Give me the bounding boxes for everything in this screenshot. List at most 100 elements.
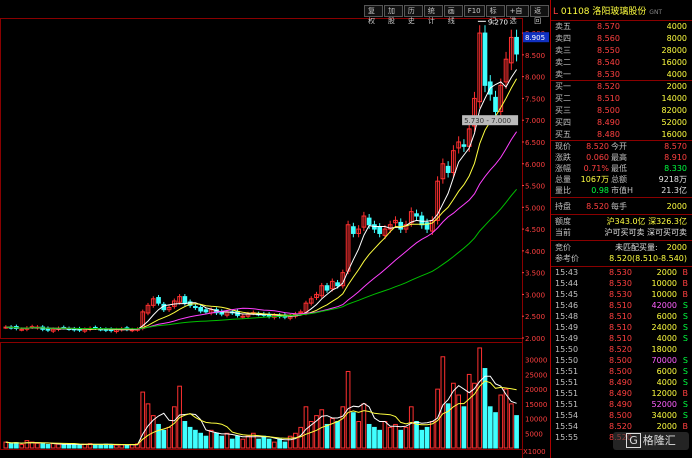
toolbar-button-1[interactable]: 加股	[383, 5, 403, 25]
asks-volume: 4000	[666, 22, 687, 31]
bids-label: 买一	[555, 82, 571, 91]
toolbar-button-4[interactable]: 画线	[443, 5, 463, 25]
current-price-tag: 8.905	[525, 34, 545, 42]
volume-pane-frame	[0, 342, 523, 450]
candle	[493, 96, 498, 112]
volume-bar	[456, 394, 462, 449]
volume-bar	[93, 443, 98, 449]
volume-bar	[503, 388, 509, 449]
candle	[203, 309, 209, 313]
volume-bar	[182, 421, 188, 449]
volume-bar	[335, 421, 340, 449]
asks-row[interactable]: 卖四 8.560 8000	[551, 34, 691, 44]
volume-bar	[303, 406, 309, 449]
toolbar-button-0[interactable]: 复权	[364, 5, 383, 25]
bids-volume: 14000	[661, 94, 687, 103]
low-range-label: 5.730 - 7.000	[464, 117, 511, 125]
tick-row[interactable]: 15:54 8.520 2000 B	[551, 422, 691, 432]
candle	[182, 296, 188, 304]
bids-row[interactable]: 买三 8.500 82000	[551, 106, 691, 116]
volume-bar	[340, 406, 346, 449]
bids-volume: 82000	[661, 106, 687, 115]
volume-bar	[171, 406, 177, 449]
stock-header: L 01108 洛阳玻璃股份 GNT	[553, 7, 663, 17]
asks-row[interactable]: 卖五 8.570 4000	[551, 22, 691, 32]
toolbar-button-3[interactable]: 统计	[423, 5, 443, 25]
bids-row[interactable]: 买四 8.490 52000	[551, 118, 691, 128]
asks-price: 8.560	[597, 34, 620, 43]
ma5-line	[5, 69, 518, 331]
tick-row[interactable]: 15:45 8.530 10000 B	[551, 290, 691, 300]
volume-bar	[240, 438, 246, 449]
toolbar-button-7[interactable]: +自选	[505, 5, 530, 25]
volume-bar	[408, 406, 414, 449]
volume-bar	[3, 441, 9, 449]
asks-volume: 4000	[666, 70, 687, 79]
tick-row[interactable]: 15:49 8.510 4000 S	[551, 334, 691, 344]
tick-row[interactable]: 15:51 8.500 6000 S	[551, 367, 691, 377]
volume-bar	[156, 423, 161, 449]
tick-row[interactable]: 15:49 8.510 24000 S	[551, 323, 691, 333]
volume-bar	[356, 421, 361, 449]
asks-label: 卖四	[555, 34, 571, 43]
asks-row[interactable]: 卖一 8.530 4000	[551, 70, 691, 80]
auction-row: 竞价 未匹配买量: 2000	[555, 243, 687, 252]
bids-label: 买二	[555, 94, 571, 103]
tick-row[interactable]: 15:51 8.490 52000 S	[551, 400, 691, 410]
tick-row[interactable]: 15:50 8.520 18000	[551, 345, 691, 355]
price-axis-label: 3.500	[525, 270, 545, 278]
tick-row[interactable]: 15:50 8.500 70000 S	[551, 356, 691, 366]
tick-row[interactable]: 15:43 8.530 2000 B	[551, 268, 691, 278]
price-axis-label: 8.000	[525, 74, 545, 82]
bids-row[interactable]: 买五 8.480 16000	[551, 130, 691, 140]
volume-bar	[45, 443, 51, 449]
bids-row[interactable]: 买二 8.510 14000	[551, 94, 691, 104]
asks-row[interactable]: 卖二 8.540 16000	[551, 58, 691, 68]
volume-bar	[277, 438, 282, 449]
trade-status-row: 当前 沪可买可卖 深可买可卖	[555, 228, 687, 237]
volume-bar	[245, 435, 251, 449]
candlestick-chart[interactable]: 9.0008.5008.0007.5007.0006.5006.0005.500…	[0, 0, 550, 458]
chart-area[interactable]: 9.0008.5008.0007.5007.0006.5006.0005.500…	[0, 0, 550, 458]
volume-bar	[35, 442, 40, 449]
price-axis-label: 7.000	[525, 117, 545, 125]
volume-bar	[440, 356, 446, 449]
watermark: G 格隆汇	[613, 432, 689, 450]
toolbar-button-2[interactable]: 历史	[403, 5, 423, 25]
volume-bar	[198, 432, 204, 449]
candle	[156, 297, 161, 304]
volume-bar	[229, 438, 235, 449]
toolbar-button-6[interactable]: 标记	[485, 5, 505, 25]
candle	[351, 226, 356, 234]
volume-bar	[298, 426, 304, 449]
toolbar-button-5[interactable]: F10	[463, 5, 485, 17]
volume-bar	[508, 403, 514, 449]
volume-axis-label: 25000	[525, 371, 547, 379]
tick-row[interactable]: 15:54 8.500 34000 S	[551, 411, 691, 421]
toolbar-button-8[interactable]: 返回	[530, 5, 550, 25]
price-axis-label: 6.500	[525, 139, 545, 147]
watermark-logo-icon: G	[626, 433, 641, 448]
quote-row: 量比 0.98 市值H 21.3亿	[555, 186, 687, 195]
tick-row[interactable]: 15:44 8.530 10000 B	[551, 279, 691, 289]
asks-row[interactable]: 卖三 8.550 28000	[551, 46, 691, 56]
tick-row[interactable]: 15:51 8.490 4000 S	[551, 378, 691, 388]
handicap-row: 持盘 8.520 每手 2000	[555, 202, 687, 211]
tick-row[interactable]: 15:51 8.490 12000 B	[551, 389, 691, 399]
chart-toolbar: 复权 加股 历史 统计 画线 F10 标记 +自选 返回	[364, 5, 550, 25]
tick-row[interactable]: 15:48 8.510 6000 S	[551, 312, 691, 322]
price-axis-label: 6.000	[525, 161, 545, 169]
price-axis-label: 5.000	[525, 204, 545, 212]
volume-bar	[324, 423, 330, 449]
price-axis-label: 5.500	[525, 183, 545, 191]
asks-price: 8.550	[597, 46, 620, 55]
bids-volume: 52000	[661, 118, 687, 127]
quote-row: 总量 1067万 总额 9218万	[555, 175, 687, 184]
volume-bar	[193, 429, 198, 449]
candle	[482, 32, 488, 86]
bids-price: 8.510	[597, 94, 620, 103]
candle	[19, 328, 24, 331]
tick-row[interactable]: 15:46 8.510 42000 S	[551, 301, 691, 311]
bids-row[interactable]: 买一 8.520 2000	[551, 82, 691, 92]
candle	[398, 221, 404, 230]
